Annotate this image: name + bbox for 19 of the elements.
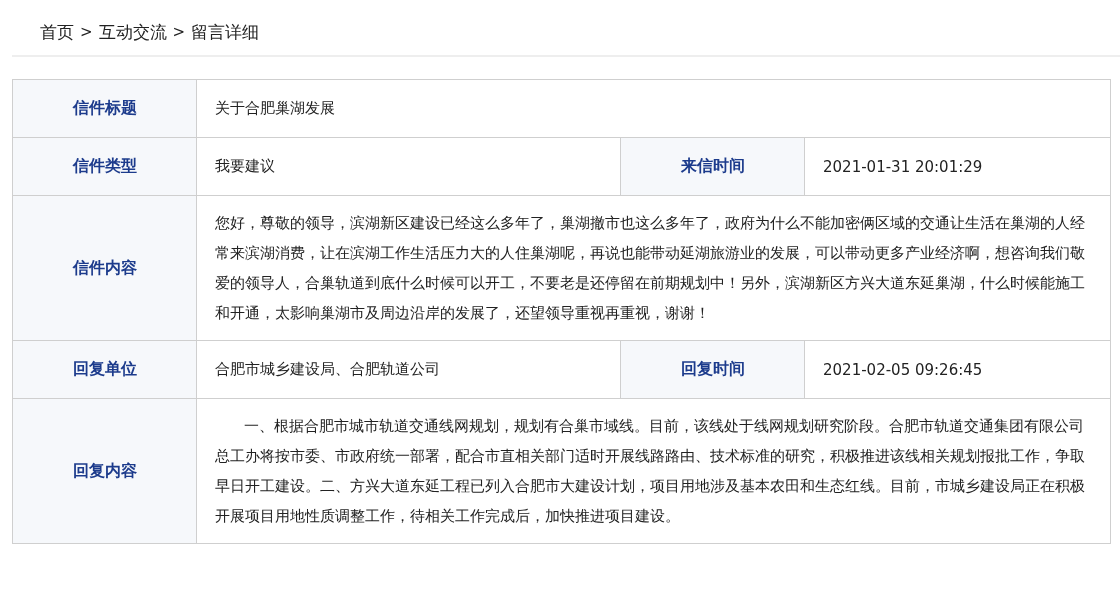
field-label: 回复时间 — [620, 340, 805, 399]
breadcrumb-separator: > — [80, 22, 93, 43]
field-label: 信件内容 — [12, 195, 197, 341]
field-label: 信件类型 — [12, 137, 197, 196]
field-label: 来信时间 — [620, 137, 805, 196]
field-value: 我要建议 — [196, 137, 621, 196]
breadcrumb-link[interactable]: 互动交流 — [98, 20, 167, 44]
field-label: 回复内容 — [12, 398, 197, 544]
breadcrumb-separator: > — [172, 22, 186, 43]
field-value: 关于合肥巢湖发展 — [196, 79, 1111, 138]
field-label: 回复单位 — [12, 340, 197, 399]
breadcrumb-current: 留言详细 — [191, 21, 260, 44]
field-label: 信件标题 — [12, 79, 197, 138]
letter-content: 您好，尊敬的领导，滨湖新区建设已经这么多年了，巢湖撤市也这么多年了，政府为什么不能加密俩区域的交通让生活在巢湖的人经常来滨湖消费，让在滨湖工作生活压力大的人住巢湖呢，再说也能带动延湖旅游业的发展，可以带动更多产业经济啊，想咨询我们敬爱的领导人，合巢轨道到底什么时候可以开工，不要老是还停留在前期规划中！另外，滨湖新区方兴大道东延巢湖，什么时候能施工和开通，太影响巢湖市及周边沿岸的发展了，还望领导重视再重视，谢谢！ — [196, 195, 1111, 341]
field-value: 合肥市城乡建设局、合肥轨道公司 — [196, 340, 621, 399]
reply-content: 一、根据合肥市城市轨道交通线网规划，规划有合巢市域线。目前，该线处于线网规划研究阶段。合肥市轨道交通集团有限公司总工办将按市委、市政府统一部署，配合市直相关部门适时开展线路路由、技术标准的研究，积极推进该线相关规划报批工作，争取早日开工建设。二、方兴大道东延工程已列入合肥市大建设计划，项目用地涉及基本农田和生态红线。目前，市城乡建设局正在积极开展项目用地性质调整工作，待相关工作完成后，加快推进项目建设。 — [196, 398, 1111, 544]
breadcrumb-link[interactable]: 首页 — [40, 20, 74, 44]
field-value: 2021-02-05 09:26:45 — [804, 340, 1111, 399]
field-value: 2021-01-31 20:01:29 — [804, 137, 1111, 196]
